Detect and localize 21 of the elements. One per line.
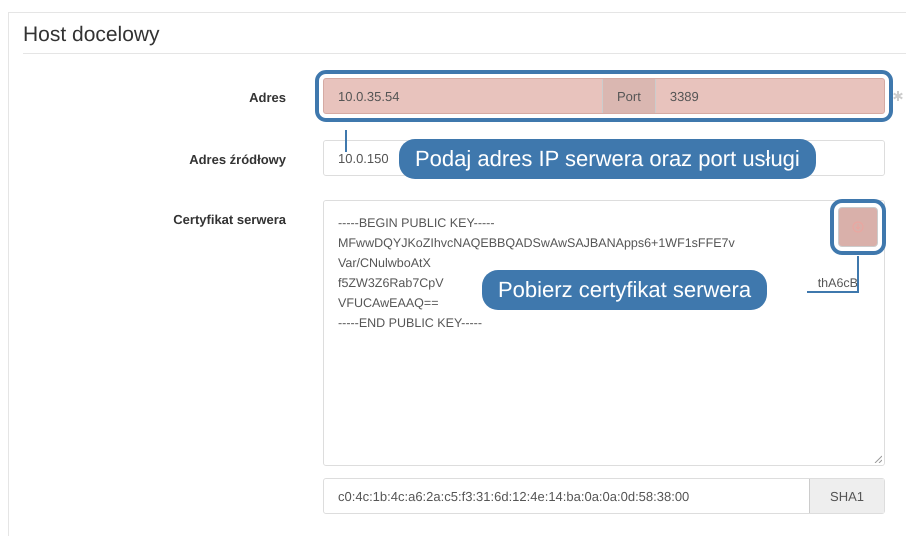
certificate-text-line: -----BEGIN PUBLIC KEY-----	[338, 215, 494, 232]
tooltip: Pobierz certyfikat serwera	[482, 270, 768, 310]
port-input[interactable]: 3389	[656, 79, 884, 113]
address-input[interactable]: 10.0.35.54	[324, 79, 602, 113]
tooltip: Podaj adres IP serwera oraz port usługi	[399, 139, 816, 179]
certificate-text-line: MFwwDQYJKoZIhvcNAQEBBQADSwAwSAJBANApps6+1WF1sFFE7v	[338, 235, 735, 252]
panel-title: Host docelowy	[23, 23, 161, 48]
leader-line	[345, 130, 347, 152]
certificate-text-line: Var/CNulwboAtX	[338, 255, 431, 272]
certificate-text-line: thA6cB	[818, 275, 858, 292]
port-addon: Port	[602, 79, 656, 113]
field-label: Certyfikat serwera	[172, 211, 287, 227]
resize-handle-icon[interactable]	[874, 455, 882, 463]
source-address-input[interactable]: 10.0.150 Podaj adres IP serwera oraz port usługi	[323, 140, 885, 176]
field-label: Adres źródłowy	[188, 151, 287, 167]
certificate-text-line: VFUCAwEAAQ==	[338, 295, 439, 312]
certificate-text-line: f5ZW3Z6Rab7CpV	[338, 275, 444, 292]
required-icon	[893, 91, 903, 101]
leader-line	[807, 256, 859, 296]
field-label: Adres	[248, 89, 287, 105]
certificate-text-line: -----END PUBLIC KEY-----	[338, 315, 482, 332]
